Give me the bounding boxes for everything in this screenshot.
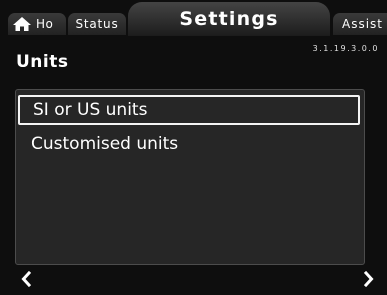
list-item-customised-units[interactable]: Customised units [18,129,360,159]
home-icon [13,17,31,31]
nav-forward-button[interactable] [361,269,377,289]
list-item-si-or-us-units[interactable]: SI or US units [18,95,360,125]
version-label: 3.1.19.3.0.0 [312,44,379,53]
chevron-right-icon [364,271,374,287]
tab-home[interactable]: Ho [8,13,66,35]
chevron-left-icon [21,271,31,287]
tab-assist[interactable]: Assist [333,13,387,35]
units-list: SI or US units Customised units [15,89,365,265]
tab-settings[interactable]: Settings [128,2,330,36]
tab-home-label: Ho [36,17,54,31]
top-tab-bar: Ho Status Settings Assist [0,0,387,40]
tab-status[interactable]: Status [68,13,126,35]
page-title: Units [16,52,69,72]
nav-back-button[interactable] [18,269,34,289]
